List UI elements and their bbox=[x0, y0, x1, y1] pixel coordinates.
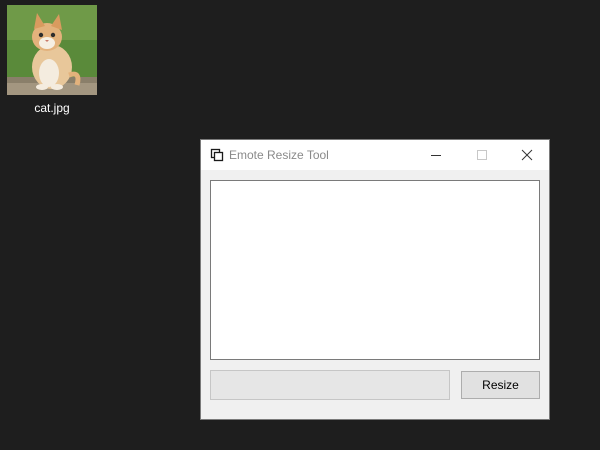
close-icon bbox=[521, 146, 533, 165]
minimize-button[interactable] bbox=[413, 140, 459, 170]
maximize-button[interactable] bbox=[459, 140, 505, 170]
app-window-icon bbox=[210, 147, 224, 162]
cat-image-thumbnail bbox=[7, 5, 97, 95]
desktop: cat.jpg Emote Resize Tool Resize bbox=[0, 0, 600, 450]
output-field[interactable] bbox=[210, 370, 450, 400]
window-titlebar[interactable]: Emote Resize Tool bbox=[201, 140, 549, 170]
desktop-icon-cat-jpg[interactable]: cat.jpg bbox=[5, 5, 99, 117]
image-preview-area[interactable] bbox=[210, 180, 540, 360]
close-button[interactable] bbox=[504, 140, 550, 170]
emote-resize-window: Emote Resize Tool Resize bbox=[200, 139, 550, 420]
maximize-icon bbox=[476, 146, 488, 165]
minimize-icon bbox=[430, 146, 442, 165]
desktop-icon-label: cat.jpg bbox=[34, 101, 70, 115]
resize-button[interactable]: Resize bbox=[461, 371, 540, 399]
window-title: Emote Resize Tool bbox=[229, 148, 329, 162]
